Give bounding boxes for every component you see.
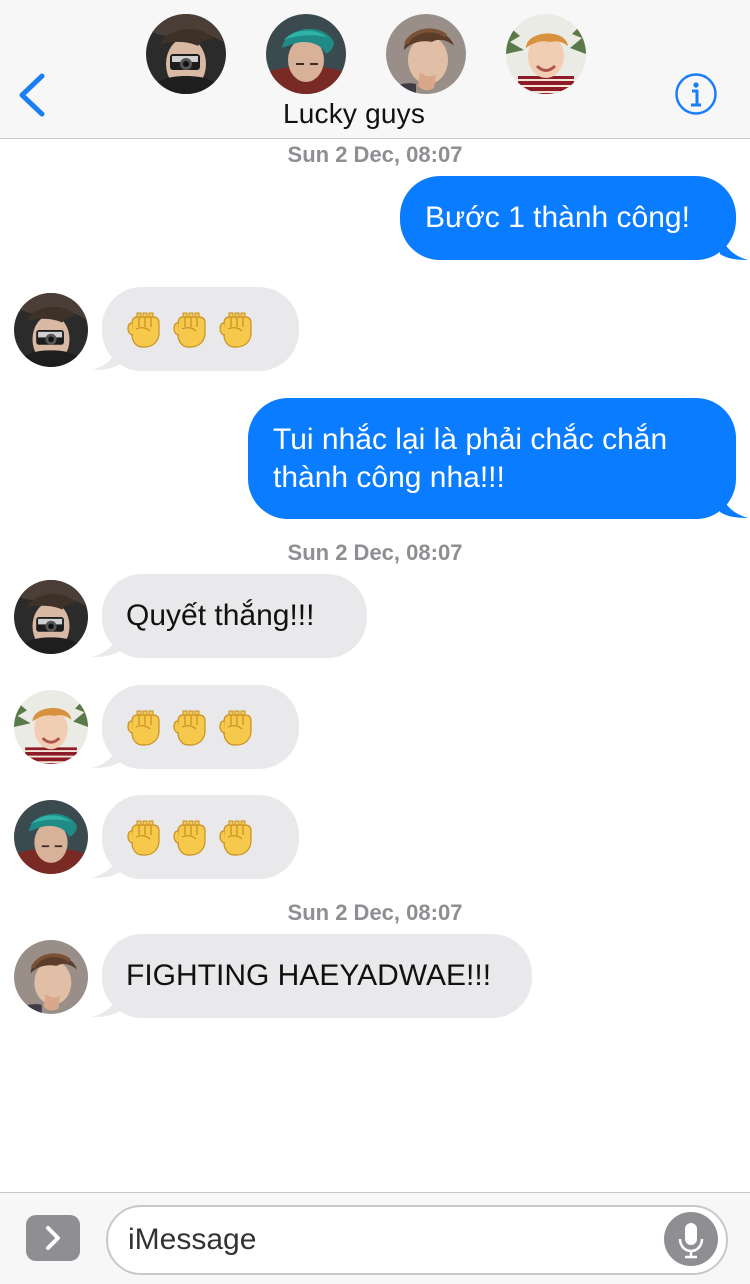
incoming-message[interactable]: ✊✊✊: [102, 287, 299, 371]
group-avatar[interactable]: [266, 14, 346, 94]
info-icon: [675, 73, 717, 115]
raised-fist-icon: [172, 707, 208, 747]
avatar[interactable]: [14, 800, 88, 874]
conversation-header: Lucky guys: [0, 0, 750, 139]
message-text: Quyết thắng!!!: [126, 599, 315, 632]
message-text: Bước 1 thành công!: [425, 201, 690, 234]
bubble-tail: [720, 490, 748, 518]
message-text: FIGHTING HAEYADWAE!!!: [126, 959, 492, 992]
message-input[interactable]: iMessage: [106, 1205, 728, 1275]
raised-fist-icon: [218, 817, 254, 857]
fist-emoji-group: [126, 817, 254, 857]
message-input-placeholder: iMessage: [128, 1223, 257, 1256]
fist-emoji-group: [126, 707, 254, 747]
raised-fist-icon: [172, 817, 208, 857]
incoming-message[interactable]: ✊✊✊: [102, 685, 299, 769]
info-button[interactable]: [674, 72, 718, 116]
timestamp: Sun 2 Dec, 08:07: [0, 540, 750, 566]
raised-fist-icon: [172, 309, 208, 349]
avatar[interactable]: [14, 293, 88, 367]
group-avatars[interactable]: [0, 14, 750, 94]
incoming-message[interactable]: ✊✊✊: [102, 795, 299, 879]
timestamp-time: 08:07: [406, 142, 463, 167]
timestamp: Sun 2 Dec, 08:07: [0, 142, 750, 168]
group-avatar[interactable]: [386, 14, 466, 94]
timestamp-day: Sun 2 Dec,: [287, 142, 401, 167]
raised-fist-icon: [218, 707, 254, 747]
raised-fist-icon: [126, 309, 162, 349]
incoming-message[interactable]: Quyết thắng!!!: [102, 574, 367, 658]
timestamp-day: Sun 2 Dec,: [287, 540, 401, 565]
fist-emoji-group: [126, 309, 254, 349]
group-avatar[interactable]: [506, 14, 586, 94]
outgoing-message[interactable]: Tui nhắc lại là phải chắc chắn thành côn…: [248, 398, 736, 519]
microphone-icon: [678, 1223, 704, 1259]
avatar[interactable]: [14, 690, 88, 764]
avatar[interactable]: [14, 580, 88, 654]
incoming-message[interactable]: FIGHTING HAEYADWAE!!!: [102, 934, 532, 1018]
message-text-line: Tui nhắc lại là phải chắc chắn: [273, 423, 668, 456]
avatar[interactable]: [14, 940, 88, 1014]
timestamp-day: Sun 2 Dec,: [287, 900, 401, 925]
raised-fist-icon: [218, 309, 254, 349]
expand-apps-button[interactable]: [26, 1215, 80, 1261]
timestamp-time: 08:07: [406, 540, 463, 565]
timestamp: Sun 2 Dec, 08:07: [0, 900, 750, 926]
chevron-right-icon: [46, 1226, 60, 1250]
timestamp-time: 08:07: [406, 900, 463, 925]
composer-bar: iMessage: [0, 1192, 750, 1284]
raised-fist-icon: [126, 817, 162, 857]
dictation-button[interactable]: [664, 1212, 718, 1266]
conversation-title[interactable]: Lucky guys: [0, 98, 708, 130]
bubble-tail: [720, 232, 748, 260]
outgoing-message[interactable]: Bước 1 thành công!: [400, 176, 736, 260]
message-text-line: thành công nha!!!: [273, 461, 505, 494]
group-avatar[interactable]: [146, 14, 226, 94]
raised-fist-icon: [126, 707, 162, 747]
